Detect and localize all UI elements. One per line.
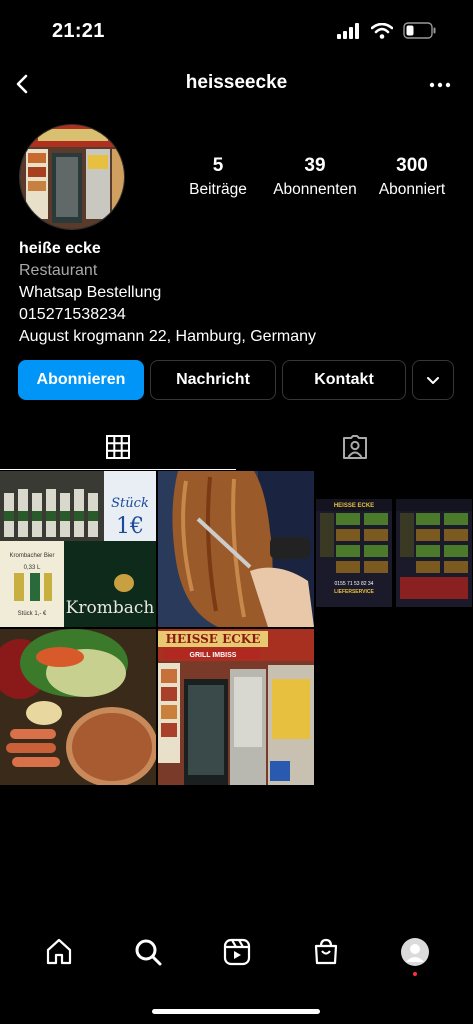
profile-tabs	[0, 425, 473, 470]
status-bar: 21:21	[0, 0, 473, 62]
bio-line-whatsapp: Whatsap Bestellung	[19, 284, 162, 301]
grid-icon	[106, 435, 130, 459]
post1-menu-price: Stück 1,- €	[18, 611, 47, 617]
profile-stats: 5 Beiträge 39 Abonnenten 300 Abonniert	[170, 155, 460, 199]
stat-following-count: 300	[396, 155, 428, 176]
status-time: 21:21	[52, 20, 105, 42]
reels-icon	[223, 938, 250, 966]
post-menu-flyers[interactable]: HEISSE ECKE LIEFERSERVICE 0155 71 53 82 …	[316, 471, 472, 627]
profile-username: heisseecke	[185, 72, 288, 93]
home-indicator[interactable]	[152, 1009, 320, 1014]
wifi-icon	[371, 22, 393, 39]
nav-search[interactable]	[128, 932, 168, 972]
stat-followers[interactable]: 39 Abonnenten	[267, 155, 363, 199]
post1-brand: Krombach	[66, 598, 155, 618]
follow-button[interactable]: Abonnieren	[18, 360, 144, 400]
shopping-bag-icon	[314, 938, 337, 965]
more-icon	[429, 82, 451, 88]
profile-display-name: heiße ecke	[19, 240, 101, 257]
stat-posts-count: 5	[212, 155, 224, 176]
stat-following-label: Abonniert	[378, 181, 446, 198]
nav-home[interactable]	[39, 932, 79, 972]
home-icon	[46, 938, 71, 965]
nav-shop[interactable]	[306, 932, 346, 972]
post-doner-kebab[interactable]	[158, 471, 314, 627]
profile-category: Restaurant	[19, 262, 98, 279]
bio-line-phone: 015271538234	[19, 306, 126, 323]
stat-following[interactable]: 300 Abonniert	[364, 155, 460, 199]
bio-line-address[interactable]: August krogmann 22, Hamburg, Germany	[19, 326, 459, 348]
profile-avatar-icon	[400, 938, 429, 966]
search-icon	[135, 939, 161, 966]
battery-icon	[403, 22, 436, 39]
post5-sign-sub: GRILL IMBISS	[190, 652, 237, 659]
nav-reels[interactable]	[217, 932, 257, 972]
post-food-platter[interactable]	[0, 629, 156, 785]
status-icons	[337, 22, 437, 39]
post3-flyer-delivery: LIEFERSERVICE	[334, 589, 374, 595]
chevron-down-icon	[427, 377, 439, 384]
stat-posts[interactable]: 5 Beiträge	[170, 155, 266, 199]
message-button[interactable]: Nachricht	[150, 360, 276, 400]
tab-posts-grid[interactable]	[0, 425, 236, 470]
avatar-image	[20, 125, 124, 229]
post3-flyer-title: HEISSE ECKE	[334, 503, 374, 509]
profile-header: heisseecke	[0, 62, 473, 106]
profile-bio: heiße ecke Restaurant Whatsap Bestellung…	[19, 238, 459, 348]
post3-flyer-phone: 0155 71 53 82 34	[335, 581, 374, 587]
tagged-person-icon	[343, 435, 367, 459]
post1-sign-text: Stück	[111, 496, 149, 511]
post1-menu-volume: 0,33 L	[24, 565, 41, 571]
post5-sign-title: HEISSE ECKE	[166, 632, 261, 646]
post-storefront[interactable]: HEISSE ECKE GRILL IMBISS	[158, 629, 314, 785]
suggested-accounts-button[interactable]	[412, 360, 454, 400]
bottom-navigation	[0, 922, 473, 982]
contact-button[interactable]: Kontakt	[282, 360, 406, 400]
post1-menu-title: Krombacher Bier	[9, 553, 54, 559]
stat-posts-label: Beiträge	[189, 181, 247, 198]
profile-avatar[interactable]	[19, 124, 125, 230]
signal-icon	[337, 22, 359, 39]
profile-actions: Abonnieren Nachricht Kontakt	[18, 360, 454, 400]
tab-tagged[interactable]	[237, 425, 473, 469]
stat-followers-label: Abonnenten	[273, 181, 357, 198]
post-drinks-collage[interactable]: Stück 1€ Krombacher Bier 0,33 L Stück 1,…	[0, 471, 156, 627]
nav-profile[interactable]	[395, 932, 435, 976]
stat-followers-count: 39	[304, 155, 326, 176]
notification-dot	[412, 972, 417, 976]
post1-sign-price: 1€	[116, 514, 144, 539]
more-options-button[interactable]	[427, 72, 453, 98]
